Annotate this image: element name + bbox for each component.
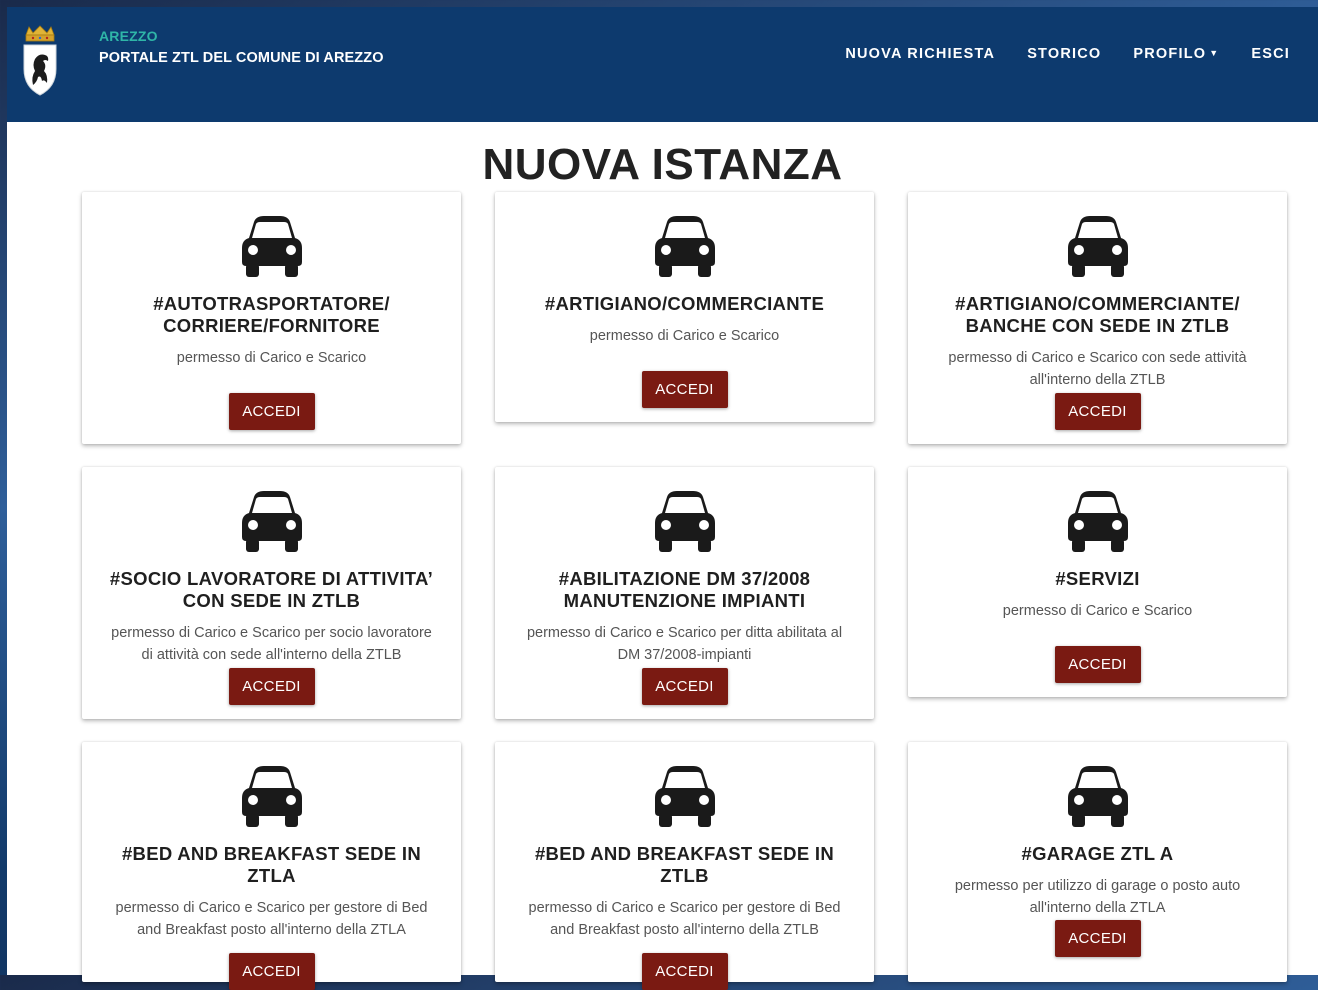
- main-nav: NUOVA RICHIESTA STORICO PROFILO ▼ ESCI: [829, 46, 1306, 62]
- nav-storico[interactable]: STORICO: [1011, 46, 1117, 62]
- nav-label: NUOVA RICHIESTA: [845, 46, 996, 62]
- card-title-line: CON SEDE IN ZTLB: [182, 590, 361, 611]
- nav-label: PROFILO: [1133, 46, 1207, 62]
- car-icon: [240, 766, 304, 828]
- brand-city: AREZZO: [99, 28, 158, 44]
- card-desc-line: DM 37/2008-impianti: [617, 647, 752, 663]
- browser-page: AREZZO PORTALE ZTL DEL COMUNE DI AREZZO …: [7, 7, 1318, 990]
- card-title: #ABILITAZIONE DM 37/2008 MANUTENZIONE IM…: [509, 568, 860, 612]
- nav-profilo-dropdown[interactable]: PROFILO ▼: [1117, 46, 1235, 62]
- card-title-line: #ARTIGIANO/COMMERCIANTE/: [955, 293, 1240, 314]
- card-title-line: #BED AND BREAKFAST SEDE IN: [534, 843, 835, 864]
- card-title-line: ZTLB: [660, 865, 709, 886]
- card-title: #BED AND BREAKFAST SEDE IN ZTLA: [96, 843, 447, 887]
- card-description: permesso di Carico e Scarico per socio l…: [96, 622, 447, 666]
- page-title: NUOVA ISTANZA: [482, 140, 843, 189]
- nav-label: STORICO: [1027, 46, 1102, 62]
- accedi-button[interactable]: ACCEDI: [228, 668, 315, 705]
- card-title-line: #BED AND BREAKFAST SEDE IN: [121, 843, 422, 864]
- card-title-line: #GARAGE ZTL A: [1021, 843, 1174, 864]
- accedi-button[interactable]: ACCEDI: [1054, 920, 1141, 957]
- card-description: permesso di Carico e Scarico con sede at…: [922, 347, 1273, 391]
- card-title: #GARAGE ZTL A: [922, 843, 1273, 865]
- card-title-line: MANUTENZIONE IMPIANTI: [563, 590, 806, 611]
- car-icon: [653, 766, 717, 828]
- card-description: permesso di Carico e Scarico: [922, 600, 1273, 622]
- accedi-button[interactable]: ACCEDI: [1054, 646, 1141, 683]
- card-title-line: #AUTOTRASPORTATORE/: [153, 293, 390, 314]
- card-desc-line: permesso di Carico e Scarico con sede at…: [948, 350, 1247, 366]
- card-title: #ARTIGIANO/COMMERCIANTE/ BANCHE CON SEDE…: [922, 293, 1273, 337]
- card-desc-line: and Breakfast posto all'interno della ZT…: [137, 922, 406, 938]
- card-title: #BED AND BREAKFAST SEDE IN ZTLB: [509, 843, 860, 887]
- card-desc-line: permesso di Carico e Scarico: [1002, 603, 1193, 619]
- card-desc-line: all'interno della ZTLB: [1029, 372, 1166, 388]
- card-desc-line: permesso di Carico e Scarico: [176, 350, 367, 366]
- nav-esci[interactable]: ESCI: [1235, 46, 1306, 62]
- brand-title: PORTALE ZTL DEL COMUNE DI AREZZO: [99, 50, 384, 66]
- accedi-button[interactable]: ACCEDI: [1054, 393, 1141, 430]
- permit-card: #GARAGE ZTL A permesso per utilizzo di g…: [908, 742, 1287, 982]
- card-title-line: ZTLA: [247, 865, 296, 886]
- card-title: #SERVIZI: [922, 568, 1273, 590]
- permit-card: #ARTIGIANO/COMMERCIANTE/ BANCHE CON SEDE…: [908, 192, 1287, 444]
- top-navbar: AREZZO PORTALE ZTL DEL COMUNE DI AREZZO …: [7, 7, 1318, 122]
- card-description: permesso di Carico e Scarico: [96, 347, 447, 369]
- nav-label: ESCI: [1251, 46, 1290, 62]
- card-title-line: #SOCIO LAVORATORE DI ATTIVITA’: [109, 568, 434, 589]
- accedi-button[interactable]: ACCEDI: [228, 953, 315, 990]
- card-desc-line: all'interno della ZTLA: [1029, 900, 1166, 916]
- card-title-line: CORRIERE/FORNITORE: [163, 315, 380, 336]
- card-desc-line: di attività con sede all'interno della Z…: [141, 647, 402, 663]
- caret-down-icon: ▼: [1209, 48, 1220, 58]
- permit-card: #AUTOTRASPORTATORE/ CORRIERE/FORNITORE p…: [82, 192, 461, 444]
- accedi-button[interactable]: ACCEDI: [641, 371, 728, 408]
- accedi-button[interactable]: ACCEDI: [641, 953, 728, 990]
- card-desc-line: permesso di Carico e Scarico per ditta a…: [526, 625, 843, 641]
- car-icon: [653, 491, 717, 553]
- car-icon: [1066, 216, 1130, 278]
- card-title: #ARTIGIANO/COMMERCIANTE: [509, 293, 860, 315]
- card-title: #AUTOTRASPORTATORE/ CORRIERE/FORNITORE: [96, 293, 447, 337]
- card-desc-line: permesso di Carico e Scarico per socio l…: [111, 625, 432, 641]
- card-title-line: #SERVIZI: [1055, 568, 1140, 589]
- card-desc-line: permesso di Carico e Scarico per gestore…: [528, 900, 841, 916]
- car-icon: [1066, 491, 1130, 553]
- card-description: permesso di Carico e Scarico per ditta a…: [509, 622, 860, 666]
- car-icon: [653, 216, 717, 278]
- card-desc-line: permesso di Carico e Scarico: [589, 328, 780, 344]
- card-title: #SOCIO LAVORATORE DI ATTIVITA’ CON SEDE …: [96, 568, 447, 612]
- permit-card: #SOCIO LAVORATORE DI ATTIVITA’ CON SEDE …: [82, 467, 461, 719]
- permit-card: #ARTIGIANO/COMMERCIANTE permesso di Cari…: [495, 192, 874, 422]
- permit-card: #BED AND BREAKFAST SEDE IN ZTLB permesso…: [495, 742, 874, 990]
- permit-card: #SERVIZI permesso di Carico e Scarico AC…: [908, 467, 1287, 697]
- card-description: permesso per utilizzo di garage o posto …: [922, 875, 1273, 919]
- car-icon: [240, 491, 304, 553]
- nav-nuova-richiesta[interactable]: NUOVA RICHIESTA: [829, 46, 1011, 62]
- card-description: permesso di Carico e Scarico per gestore…: [96, 897, 447, 941]
- accedi-button[interactable]: ACCEDI: [228, 393, 315, 430]
- card-desc-line: permesso per utilizzo di garage o posto …: [954, 878, 1241, 894]
- card-desc-line: and Breakfast posto all'interno della ZT…: [550, 922, 819, 938]
- car-icon: [240, 216, 304, 278]
- permit-card: #ABILITAZIONE DM 37/2008 MANUTENZIONE IM…: [495, 467, 874, 719]
- card-title-line: #ABILITAZIONE DM 37/2008: [558, 568, 811, 589]
- car-icon: [1066, 766, 1130, 828]
- card-description: permesso di Carico e Scarico per gestore…: [509, 897, 860, 941]
- card-title-line: BANCHE CON SEDE IN ZTLB: [965, 315, 1230, 336]
- accedi-button[interactable]: ACCEDI: [641, 668, 728, 705]
- permit-card: #BED AND BREAKFAST SEDE IN ZTLA permesso…: [82, 742, 461, 990]
- card-title-line: #ARTIGIANO/COMMERCIANTE: [544, 293, 825, 314]
- card-description: permesso di Carico e Scarico: [509, 325, 860, 347]
- card-desc-line: permesso di Carico e Scarico per gestore…: [115, 900, 428, 916]
- coat-of-arms-logo[interactable]: [21, 25, 59, 97]
